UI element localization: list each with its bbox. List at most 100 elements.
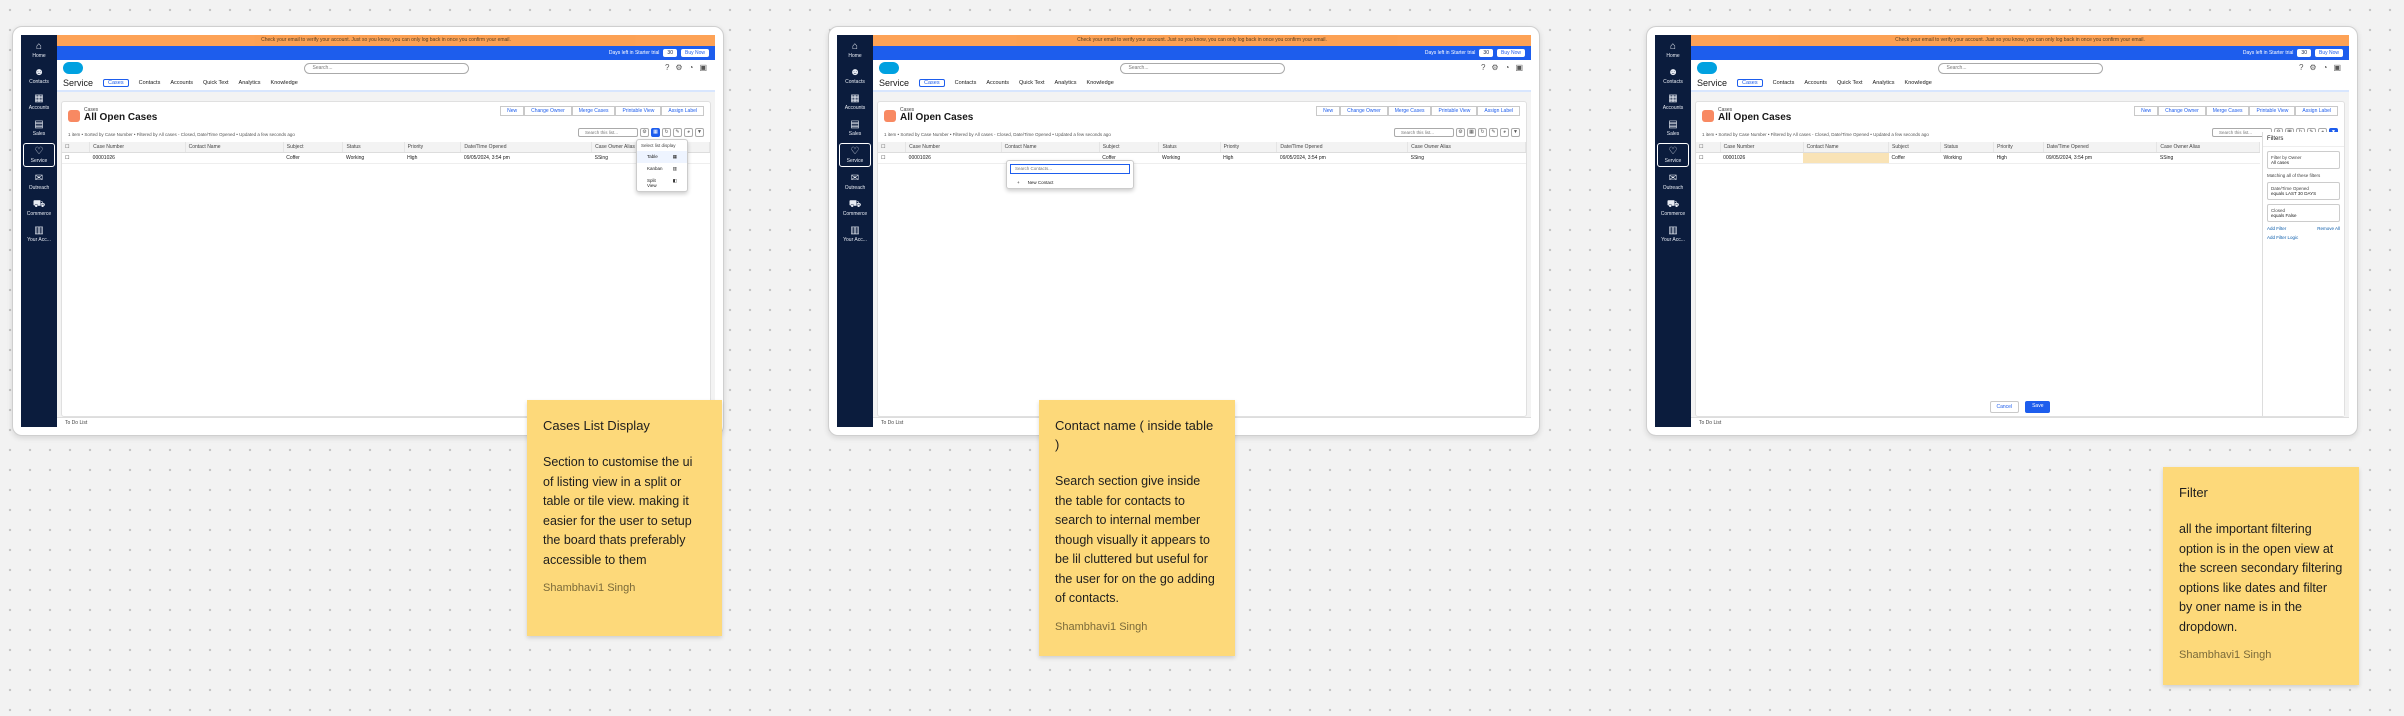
sticky-note-contact-name[interactable]: Contact name ( inside table ) Search sec… [1039, 400, 1235, 656]
contact-name-cell[interactable] [185, 152, 284, 164]
col-owner[interactable]: Case Owner Alias [1407, 142, 1526, 153]
col-priority[interactable]: Priority [1993, 142, 2044, 153]
remove-all-link[interactable]: Remove All [2317, 226, 2340, 231]
tab-quick-text[interactable]: Quick Text [1837, 80, 1863, 86]
tab-accounts[interactable]: Accounts [986, 80, 1009, 86]
avatar-icon[interactable]: ▣ [2333, 63, 2341, 72]
tab-cases[interactable]: Cases [1737, 79, 1763, 87]
display-as-icon[interactable]: ▦ [651, 128, 660, 137]
col-opened[interactable]: Date/Time Opened [1276, 142, 1409, 153]
rail-item-contacts[interactable]: ☻ Contacts [839, 65, 871, 87]
edit-icon[interactable]: ✎ [673, 128, 682, 137]
col-subject[interactable]: Subject [1888, 142, 1941, 153]
col-owner[interactable]: Case Owner Alias [2156, 142, 2260, 153]
filter-icon[interactable]: ▼ [1511, 128, 1520, 137]
rail-item-service[interactable]: ♡ Service [1657, 143, 1689, 167]
printable-view-button[interactable]: Printable View [615, 106, 662, 116]
edit-icon[interactable]: ✎ [1489, 128, 1498, 137]
col-case-number[interactable]: Case Number [89, 142, 186, 153]
gear-icon[interactable]: ⚙ [2309, 63, 2316, 72]
new-button[interactable]: New [500, 106, 525, 116]
display-as-icon[interactable]: ▦ [1467, 128, 1476, 137]
list-search-input[interactable]: Search this list... [1394, 128, 1454, 137]
printable-view-button[interactable]: Printable View [1431, 106, 1478, 116]
add-filter-logic-link[interactable]: Add Filter Logic [2267, 235, 2340, 240]
buy-now-button[interactable]: Buy Now [2314, 49, 2343, 57]
list-view-title[interactable]: All Open Cases [84, 112, 157, 123]
tab-knowledge[interactable]: Knowledge [271, 80, 298, 86]
rail-item-your-account[interactable]: ▥ Your Acc... [839, 223, 871, 245]
change-owner-button[interactable]: Change Owner [1340, 106, 1388, 116]
col-priority[interactable]: Priority [404, 142, 462, 153]
rail-item-commerce[interactable]: ⛟ Commerce [23, 197, 55, 219]
salesforce-logo[interactable] [879, 62, 899, 74]
col-opened[interactable]: Date/Time Opened [2043, 142, 2158, 153]
col-case-number[interactable]: Case Number [905, 142, 1002, 153]
chart-icon[interactable]: ◕ [1500, 128, 1509, 137]
avatar-icon[interactable]: ▣ [699, 63, 707, 72]
chart-icon[interactable]: ◕ [684, 128, 693, 137]
new-contact-option[interactable]: + New Contact [1007, 177, 1133, 188]
rail-item-contacts[interactable]: ☻ Contacts [23, 65, 55, 87]
tab-contacts[interactable]: Contacts [1773, 80, 1795, 86]
global-search-input[interactable]: Search... [1119, 62, 1285, 74]
help-icon[interactable]: ? [2299, 63, 2303, 72]
bell-icon[interactable]: ◔ [1505, 63, 1510, 72]
rail-item-your-account[interactable]: ▥ Your Acc... [23, 223, 55, 245]
rail-item-outreach[interactable]: ✉ Outreach [23, 171, 55, 193]
rail-item-home[interactable]: ⌂ Home [839, 39, 871, 61]
tab-knowledge[interactable]: Knowledge [1905, 80, 1932, 86]
rail-item-your-account[interactable]: ▥ Your Acc... [1657, 223, 1689, 245]
assign-label-button[interactable]: Assign Label [2295, 106, 2338, 116]
printable-view-button[interactable]: Printable View [2249, 106, 2296, 116]
help-icon[interactable]: ? [1481, 63, 1485, 72]
tab-knowledge[interactable]: Knowledge [1087, 80, 1114, 86]
merge-cases-button[interactable]: Merge Cases [1387, 106, 1432, 116]
settings-icon[interactable]: ⚙ [1456, 128, 1465, 137]
refresh-icon[interactable]: ↻ [662, 128, 671, 137]
filter-by-owner[interactable]: Filter by Owner All cases [2267, 151, 2340, 169]
todo-list-link[interactable]: To Do List [1699, 420, 1721, 426]
col-case-number[interactable]: Case Number [1720, 142, 1804, 153]
col-subject[interactable]: Subject [283, 142, 344, 153]
case-number-link[interactable]: 00001026 [905, 152, 1002, 164]
rail-item-commerce[interactable]: ⛟ Commerce [839, 197, 871, 219]
col-status[interactable]: Status [342, 142, 405, 153]
filter-date-opened[interactable]: Date/Time Opened equals LAST 30 DAYS [2267, 182, 2340, 200]
list-view-title[interactable]: All Open Cases [900, 112, 973, 123]
tab-quick-text[interactable]: Quick Text [1019, 80, 1045, 86]
display-option-split-view[interactable]: Split View ◧ [637, 175, 687, 191]
rail-item-sales[interactable]: ▤ Sales [23, 117, 55, 139]
tab-accounts[interactable]: Accounts [170, 80, 193, 86]
bell-icon[interactable]: ◔ [2323, 63, 2328, 72]
display-option-kanban[interactable]: Kanban ▥ [637, 163, 687, 175]
rail-item-service[interactable]: ♡ Service [23, 143, 55, 167]
rail-item-service[interactable]: ♡ Service [839, 143, 871, 167]
change-owner-button[interactable]: Change Owner [2158, 106, 2206, 116]
tab-cases[interactable]: Cases [103, 79, 129, 87]
help-icon[interactable]: ? [665, 63, 669, 72]
new-button[interactable]: New [2134, 106, 2159, 116]
tab-analytics[interactable]: Analytics [1873, 80, 1895, 86]
sticky-note-filter[interactable]: Filter all the important filtering optio… [2163, 467, 2359, 685]
merge-cases-button[interactable]: Merge Cases [571, 106, 616, 116]
todo-list-link[interactable]: To Do List [65, 420, 87, 426]
row-checkbox[interactable]: ☐ [62, 152, 90, 164]
col-priority[interactable]: Priority [1220, 142, 1278, 153]
col-contact-name[interactable]: Contact Name [1001, 142, 1100, 153]
tab-quick-text[interactable]: Quick Text [203, 80, 229, 86]
contact-name-cell[interactable] [1803, 152, 1889, 164]
assign-label-button[interactable]: Assign Label [661, 106, 704, 116]
rail-item-outreach[interactable]: ✉ Outreach [839, 171, 871, 193]
tab-analytics[interactable]: Analytics [1055, 80, 1077, 86]
tab-contacts[interactable]: Contacts [139, 80, 161, 86]
rail-item-home[interactable]: ⌂ Home [23, 39, 55, 61]
col-contact-name[interactable]: Contact Name [1803, 142, 1890, 153]
rail-item-home[interactable]: ⌂ Home [1657, 39, 1689, 61]
rail-item-sales[interactable]: ▤ Sales [1657, 117, 1689, 139]
gear-icon[interactable]: ⚙ [675, 63, 682, 72]
filter-closed[interactable]: Closed equals False [2267, 204, 2340, 222]
contact-search-input[interactable]: Search Contacts... [1010, 164, 1130, 174]
settings-icon[interactable]: ⚙ [640, 128, 649, 137]
col-select[interactable]: ☐ [878, 142, 907, 153]
